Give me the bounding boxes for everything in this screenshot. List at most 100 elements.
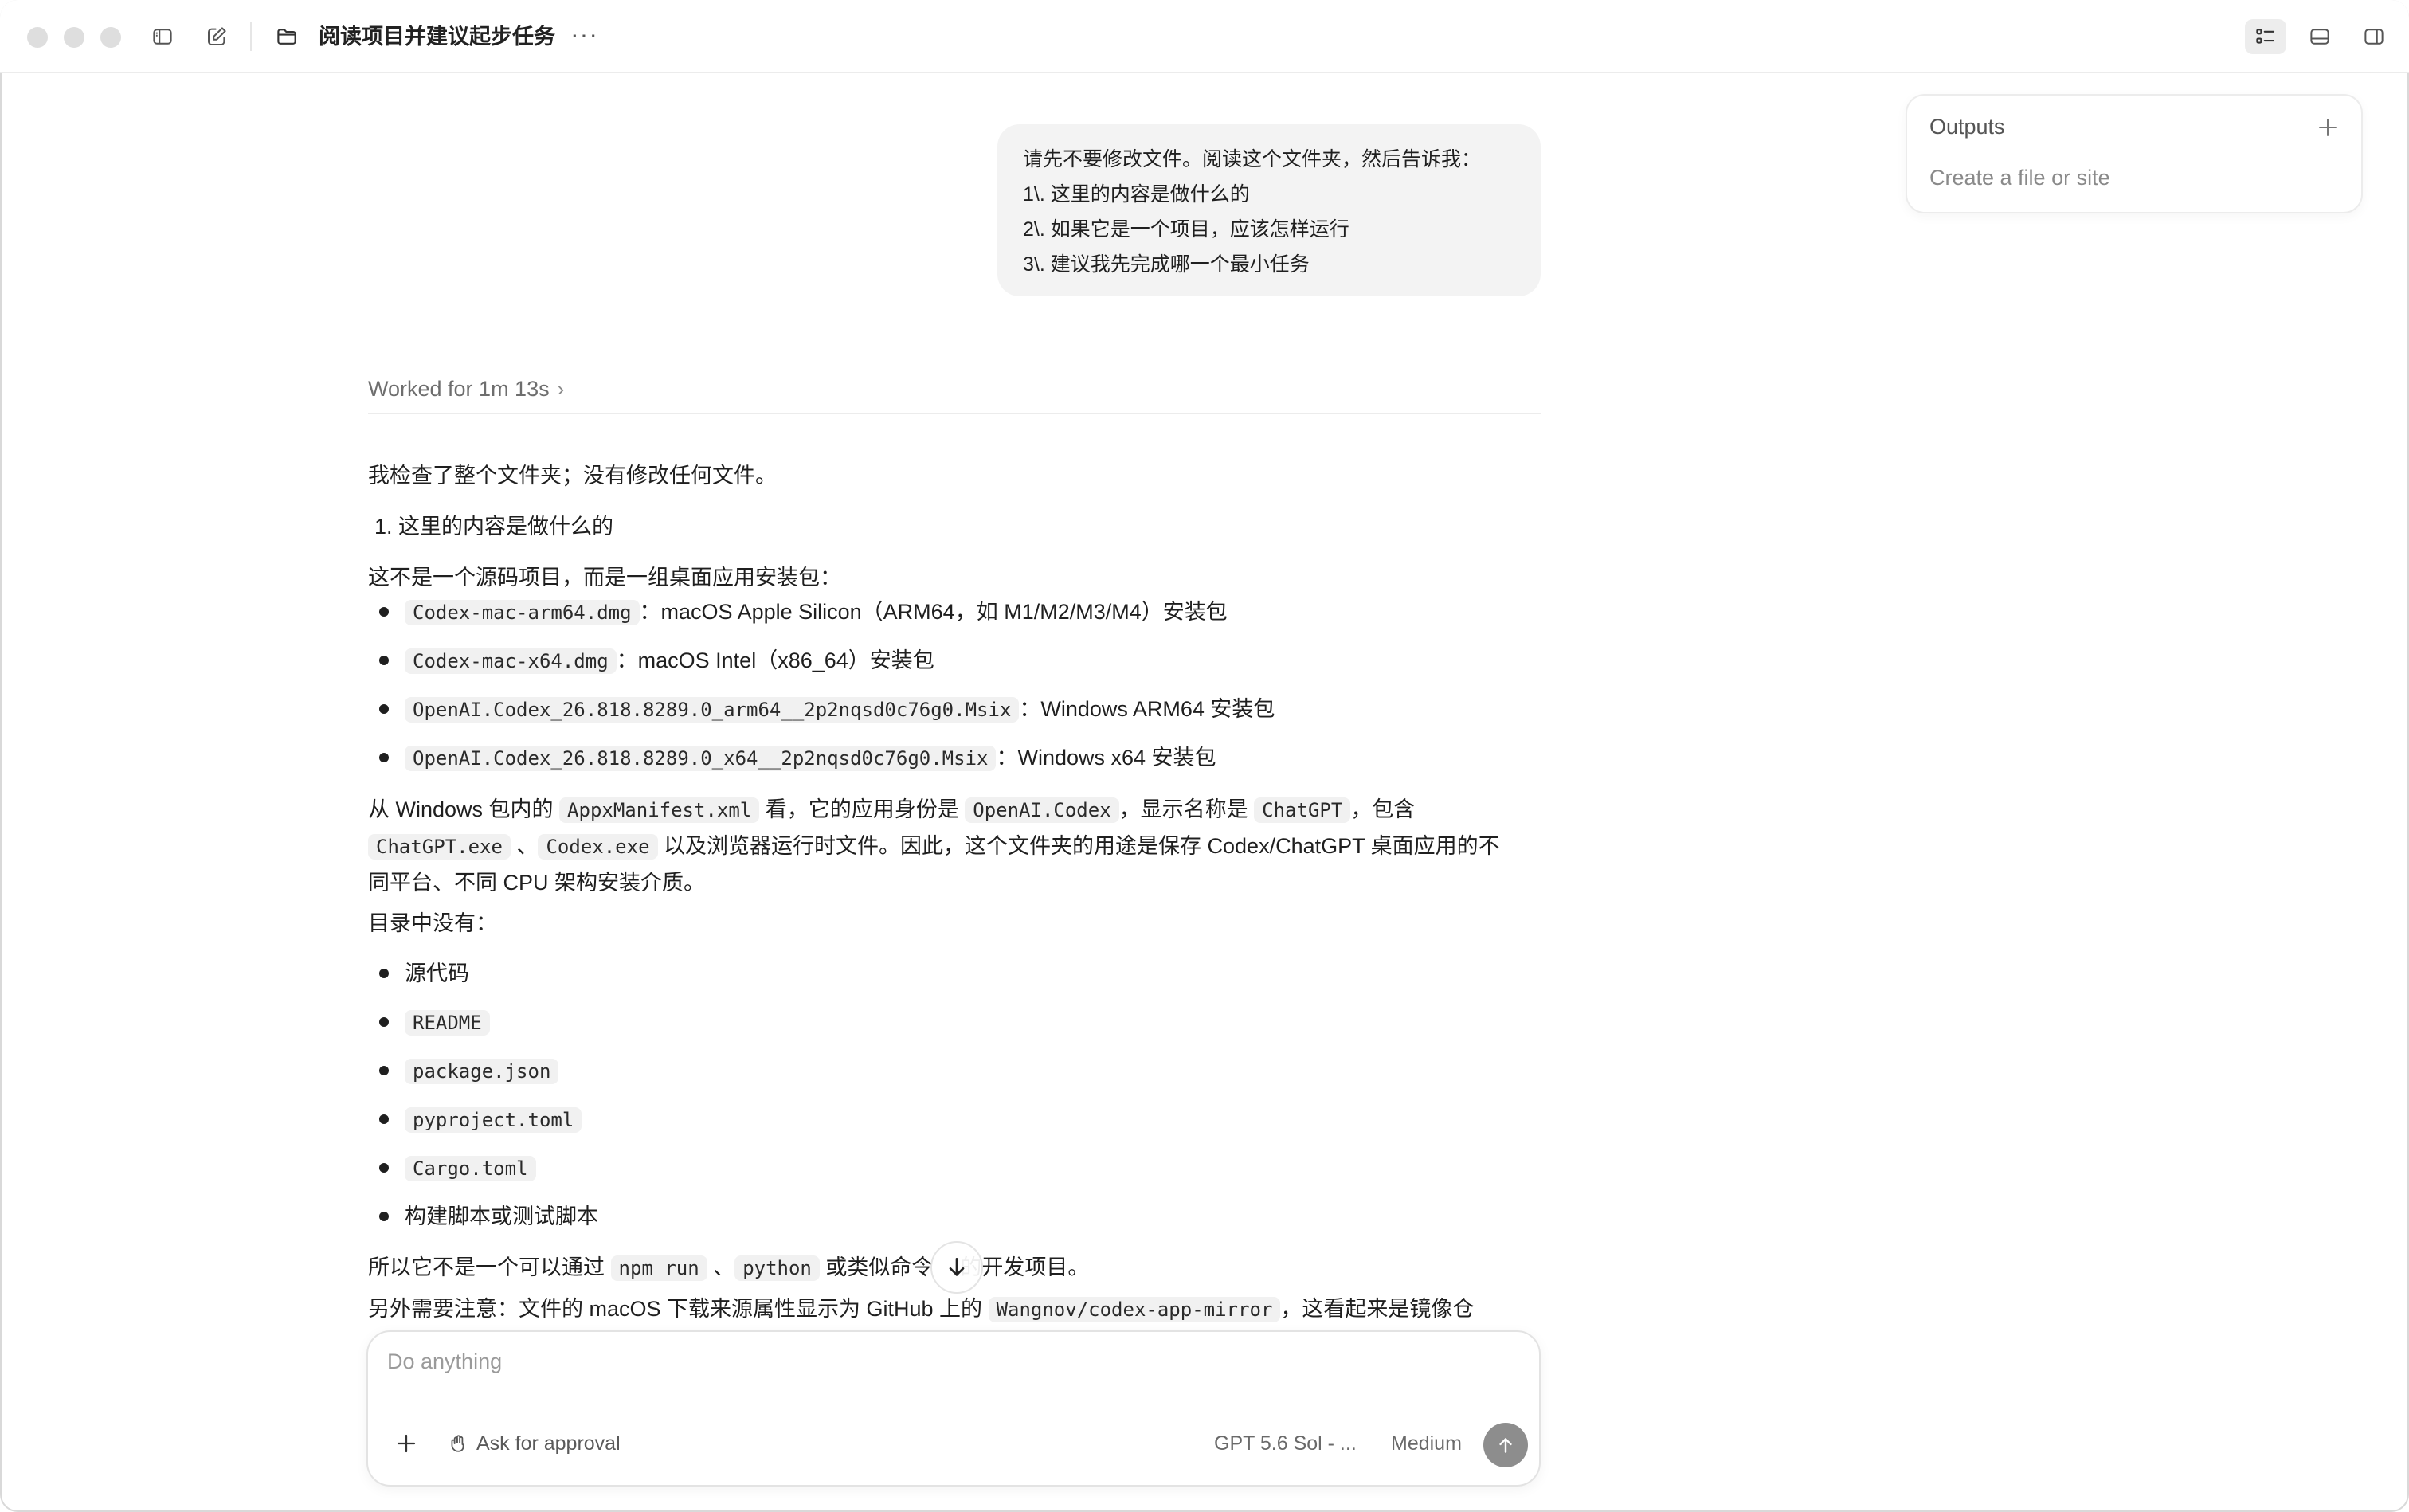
plus-icon	[2319, 119, 2337, 136]
list-item-text: ：Windows ARM64 安装包	[1019, 697, 1275, 721]
inline-code: OpenAI.Codex_26.818.8289.0_arm64__2p2nqs…	[405, 697, 1020, 723]
sidebar-icon	[153, 29, 172, 45]
response-paragraph: 另外需要注意：文件的 macOS 下载来源属性显示为 GitHub 上的 Wan…	[368, 1291, 1474, 1328]
project-folder-button[interactable]	[271, 21, 303, 53]
hand-icon	[451, 1435, 464, 1452]
inline-code: ChatGPT	[1254, 797, 1351, 823]
text-run: 或类似命令	[819, 1255, 934, 1279]
create-output-link[interactable]: Create a file or site	[1929, 166, 2110, 190]
inline-code: README	[405, 1010, 490, 1036]
inline-code: python	[734, 1255, 820, 1281]
inline-code: Cargo.toml	[405, 1156, 536, 1181]
text-run: 、	[510, 834, 539, 858]
text-run: 、	[707, 1255, 735, 1279]
user-message-line: 1\. 这里的内容是做什么的	[1023, 183, 1250, 206]
text-run: ，这看起来是镜像仓	[1280, 1297, 1475, 1321]
outputs-panel-toggle[interactable]	[2245, 19, 2286, 54]
inline-code: Codex.exe	[538, 834, 658, 860]
bullet	[379, 607, 389, 617]
text-run: 以及浏览器运行时文件。因此，这个文件夹的用途是保存 Codex/ChatGPT …	[657, 834, 1500, 858]
text-run: 所以它不是一个可以通过	[368, 1255, 611, 1279]
list-item: 源代码	[405, 962, 469, 985]
title-bar: 阅读项目并建议起步任务 ···	[0, 0, 2409, 73]
arrow-up-icon	[1499, 1438, 1512, 1453]
user-message-line: 2\. 如果它是一个项目，应该怎样运行	[1023, 218, 1349, 241]
inline-code: OpenAI.Codex	[965, 797, 1119, 823]
inline-code: Codex-mac-x64.dmg	[405, 648, 617, 674]
list-item-text: ：macOS Intel（x86_64）安装包	[616, 648, 934, 672]
inline-code: AppxManifest.xml	[559, 797, 760, 823]
bottom-panel-toggle[interactable]	[2299, 19, 2340, 54]
inline-code: OpenAI.Codex_26.818.8289.0_x64__2p2nqsd0…	[405, 746, 997, 771]
scroll-to-bottom-button[interactable]	[930, 1241, 983, 1294]
close-window-button[interactable]	[27, 27, 48, 48]
toggle-sidebar-button[interactable]	[147, 21, 178, 53]
bullet	[379, 656, 389, 665]
more-options-button[interactable]: ···	[570, 21, 598, 53]
bullet	[379, 1212, 389, 1221]
bullet	[379, 753, 389, 762]
inline-code: pyproject.toml	[405, 1107, 582, 1133]
send-button[interactable]	[1483, 1423, 1528, 1467]
response-intro: 我检查了整个文件夹；没有修改任何文件。	[368, 464, 777, 488]
inline-code: Wangnov/codex-app-mirror	[988, 1297, 1281, 1322]
list-item: README	[405, 1004, 490, 1041]
add-attachment-button[interactable]	[389, 1426, 424, 1461]
checklist-icon	[2256, 29, 2275, 44]
user-message-bubble: 请先不要修改文件。阅读这个文件夹，然后告诉我： 1\. 这里的内容是做什么的 2…	[997, 124, 1541, 296]
text-run: ，包含	[1350, 797, 1416, 821]
bullet	[379, 1066, 389, 1075]
reasoning-effort-selector[interactable]: Medium	[1391, 1426, 1462, 1461]
bullet	[379, 704, 389, 714]
list-item: package.json	[405, 1052, 559, 1090]
assistant-response: 我检查了整个文件夹；没有修改任何文件。 1. 这里的内容是做什么的 这不是一个源…	[368, 430, 1541, 1346]
arrow-down-icon	[949, 1258, 965, 1276]
inline-code: package.json	[405, 1059, 559, 1084]
outputs-panel: Outputs Create a file or site	[1906, 94, 2363, 213]
text-run: 从 Windows 包内的	[368, 797, 560, 821]
add-output-button[interactable]	[2312, 112, 2344, 143]
list-item-text: ：macOS Apple Silicon（ARM64，如 M1/M2/M3/M4…	[639, 600, 1228, 624]
approval-mode-button[interactable]: Ask for approval	[448, 1426, 621, 1461]
terminal-panel-icon	[2310, 29, 2329, 45]
minimize-window-button[interactable]	[64, 27, 84, 48]
list-item: OpenAI.Codex_26.818.8289.0_arm64__2p2nqs…	[405, 691, 1275, 728]
chat-title[interactable]: 阅读项目并建议起步任务	[319, 21, 555, 53]
user-message-line: 请先不要修改文件。阅读这个文件夹，然后告诉我：	[1023, 148, 1482, 170]
response-paragraph: 这不是一个源码项目，而是一组桌面应用安装包：	[368, 566, 841, 590]
response-paragraph-line: ChatGPT.exe 、 Codex.exe 以及浏览器运行时文件。因此，这个文…	[368, 828, 1500, 865]
worked-for-label: Worked for 1m 13s	[368, 377, 550, 401]
side-panel-icon	[2364, 29, 2384, 45]
folder-icon	[277, 29, 296, 45]
list-item-text: ：Windows x64 安装包	[996, 746, 1216, 770]
bullet	[379, 1017, 389, 1027]
worked-for-toggle[interactable]: Worked for 1m 13s ›	[368, 373, 564, 405]
titlebar-divider	[250, 22, 252, 51]
inline-code: ChatGPT.exe	[368, 834, 511, 860]
approval-mode-label: Ask for approval	[476, 1432, 621, 1455]
response-heading: 1. 这里的内容是做什么的	[374, 515, 614, 539]
text-run: ，显示名称是	[1118, 797, 1255, 821]
inline-code: Codex-mac-arm64.dmg	[405, 600, 640, 625]
compose-icon	[208, 27, 226, 45]
model-selector[interactable]: GPT 5.6 Sol - ...	[1214, 1426, 1357, 1461]
list-item: OpenAI.Codex_26.818.8289.0_x64__2p2nqsd0…	[405, 739, 1216, 777]
composer: Do anything Ask for approval GPT 5.6 Sol…	[366, 1330, 1541, 1487]
list-item: Cargo.toml	[405, 1150, 536, 1187]
response-paragraph: 从 Windows 包内的 AppxManifest.xml 看，它的应用身份是…	[368, 791, 1415, 828]
list-item: 构建脚本或测试脚本	[405, 1205, 598, 1228]
list-item: pyproject.toml	[405, 1101, 582, 1138]
text-run: 看，它的应用身份是	[759, 797, 966, 821]
bullet	[379, 969, 389, 978]
app-window: 阅读项目并建议起步任务 ··· Outputs Create a file or…	[0, 0, 2409, 1512]
bullet	[379, 1114, 389, 1124]
zoom-window-button[interactable]	[100, 27, 121, 48]
plus-icon	[397, 1434, 416, 1453]
text-run: 另外需要注意：文件的 macOS 下载来源属性显示为 GitHub 上的	[368, 1297, 989, 1321]
new-chat-button[interactable]	[201, 21, 233, 53]
chevron-right-icon: ›	[557, 377, 565, 401]
right-panel-toggle[interactable]	[2353, 19, 2395, 54]
response-paragraph: 目录中没有：	[368, 911, 497, 935]
outputs-title: Outputs	[1929, 115, 2005, 139]
message-input[interactable]: Do anything	[387, 1349, 502, 1374]
